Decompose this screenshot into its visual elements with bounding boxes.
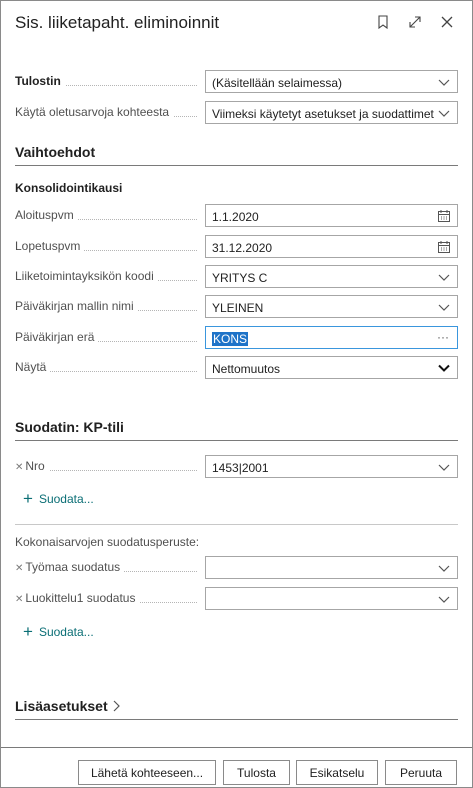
calendar-icon[interactable]	[437, 240, 451, 254]
printer-label: Tulostin	[15, 74, 203, 88]
end-date-value: 31.12.2020	[212, 241, 273, 255]
defaults-value: Viimeksi käytetyt asetukset ja suodattim…	[212, 107, 434, 121]
journal-batch-row: Päiväkirjan erä KONS ···	[15, 326, 458, 350]
job-filter-input[interactable]	[205, 556, 458, 579]
chevron-down-icon	[438, 565, 450, 572]
journal-batch-value: KONS	[212, 332, 249, 346]
defaults-label: Käytä oletusarvoja kohteesta	[15, 105, 203, 119]
class1-filter-label: ✕ Luokittelu1 suodatus	[15, 591, 203, 605]
plus-icon: +	[23, 622, 33, 641]
print-button[interactable]: Tulosta	[223, 760, 290, 785]
job-filter-row: ✕ Työmaa suodatus	[15, 556, 458, 580]
filter-divider	[15, 440, 458, 441]
chevron-down-icon	[438, 110, 450, 117]
chevron-down-icon	[438, 79, 450, 86]
chevron-down-icon	[438, 596, 450, 603]
printer-value: (Käsitellään selaimessa)	[212, 76, 343, 90]
totals-divider	[15, 524, 458, 525]
class1-filter-input[interactable]	[205, 587, 458, 610]
advanced-divider	[15, 719, 458, 720]
nro-filter-value: 1453|2001	[212, 461, 269, 475]
start-date-row: Aloituspvm 1.1.2020	[15, 204, 458, 228]
business-unit-select[interactable]: YRITYS C	[205, 265, 458, 288]
end-date-input[interactable]: 31.12.2020	[205, 235, 458, 258]
add-total-filter-label: Suodata...	[38, 625, 94, 639]
dialog-title: Sis. liiketapaht. eliminoinnit	[15, 13, 220, 32]
journal-template-row: Päiväkirjan mallin nimi YLEINEN	[15, 295, 458, 319]
dialog-footer: Lähetä kohteeseen... Tulosta Esikatselu …	[1, 747, 472, 788]
remove-filter-icon[interactable]: ✕	[15, 594, 23, 605]
cancel-button[interactable]: Peruuta	[385, 760, 457, 785]
defaults-row: Käytä oletusarvoja kohteesta Viimeksi kä…	[15, 101, 458, 125]
show-value: Nettomuutos	[212, 362, 281, 376]
more-icon[interactable]: ···	[437, 330, 449, 344]
calendar-icon[interactable]	[437, 209, 451, 223]
business-unit-value: YRITYS C	[212, 271, 268, 285]
preview-button[interactable]: Esikatselu	[296, 760, 378, 785]
chevron-down-icon	[438, 304, 450, 311]
chevron-down-icon	[438, 364, 450, 372]
totals-heading: Kokonaisarvojen suodatusperuste:	[15, 535, 200, 549]
journal-batch-label: Päiväkirjan erä	[15, 330, 203, 344]
start-date-label: Aloituspvm	[15, 208, 203, 222]
printer-row: Tulostin (Käsitellään selaimessa)	[15, 70, 458, 94]
bookmark-icon[interactable]	[372, 11, 394, 33]
title-actions	[372, 11, 458, 33]
title-bar: Sis. liiketapaht. eliminoinnit	[15, 11, 458, 37]
end-date-label: Lopetuspvm	[15, 239, 203, 253]
business-unit-label: Liiketoimintayksikön koodi	[15, 269, 203, 283]
report-request-dialog: Sis. liiketapaht. eliminoinnit Tulostin …	[0, 0, 473, 788]
journal-batch-input[interactable]: KONS ···	[205, 326, 458, 349]
journal-template-select[interactable]: YLEINEN	[205, 295, 458, 318]
chevron-right-icon	[113, 700, 120, 712]
plus-icon: +	[23, 489, 33, 508]
expand-icon[interactable]	[404, 11, 426, 33]
defaults-select[interactable]: Viimeksi käytetyt asetukset ja suodattim…	[205, 101, 458, 124]
journal-template-value: YLEINEN	[212, 301, 264, 315]
send-to-button[interactable]: Lähetä kohteeseen...	[78, 760, 216, 785]
printer-select[interactable]: (Käsitellään selaimessa)	[205, 70, 458, 93]
show-select[interactable]: Nettomuutos	[205, 356, 458, 379]
advanced-label: Lisäasetukset	[15, 698, 108, 714]
nro-filter-row: ✕ Nro 1453|2001	[15, 455, 458, 479]
add-filter-label: Suodata...	[38, 492, 94, 506]
business-unit-row: Liiketoimintayksikön koodi YRITYS C	[15, 265, 458, 289]
show-row: Näytä Nettomuutos	[15, 356, 458, 380]
chevron-down-icon	[438, 274, 450, 281]
start-date-value: 1.1.2020	[212, 210, 259, 224]
filter-heading: Suodatin: KP-tili	[15, 419, 124, 435]
add-filter-link[interactable]: + Suodata...	[23, 489, 94, 508]
job-filter-label: ✕ Työmaa suodatus	[15, 560, 203, 574]
remove-filter-icon[interactable]: ✕	[15, 563, 23, 574]
remove-filter-icon[interactable]: ✕	[15, 462, 23, 473]
show-label: Näytä	[15, 360, 203, 374]
options-divider	[15, 165, 458, 166]
advanced-toggle[interactable]: Lisäasetukset	[15, 698, 458, 714]
nro-filter-label: ✕ Nro	[15, 459, 203, 473]
chevron-down-icon	[438, 464, 450, 471]
class1-filter-row: ✕ Luokittelu1 suodatus	[15, 587, 458, 611]
add-total-filter-link[interactable]: + Suodata...	[23, 622, 94, 641]
journal-template-label: Päiväkirjan mallin nimi	[15, 299, 203, 313]
period-subheading: Konsolidointikausi	[15, 181, 123, 195]
end-date-row: Lopetuspvm 31.12.2020	[15, 235, 458, 259]
options-heading: Vaihtoehdot	[15, 144, 96, 160]
start-date-input[interactable]: 1.1.2020	[205, 204, 458, 227]
close-icon[interactable]	[436, 11, 458, 33]
nro-filter-input[interactable]: 1453|2001	[205, 455, 458, 478]
